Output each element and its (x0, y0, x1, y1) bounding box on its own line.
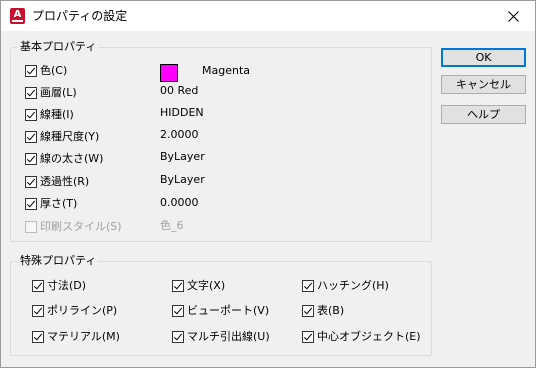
plot-style-label: 印刷スタイル(S) (40, 220, 122, 233)
layer-option[interactable]: 画層(L) (25, 85, 77, 101)
linetype-scale-checkbox[interactable] (25, 131, 37, 143)
material-option[interactable]: マテリアル(M) (32, 329, 120, 345)
basic-properties-title: 基本プロパティ (18, 40, 99, 54)
viewport-option[interactable]: ビューポート(V) (172, 303, 269, 319)
special-properties-title: 特殊プロパティ (18, 254, 99, 268)
close-button[interactable] (491, 1, 535, 31)
linetype-option[interactable]: 線種(I) (25, 107, 74, 123)
linetype-label: 線種(I) (40, 108, 74, 121)
material-checkbox[interactable] (32, 331, 44, 343)
color-label: 色(C) (40, 64, 68, 77)
thickness-value: 0.0000 (160, 196, 199, 209)
hatch-option[interactable]: ハッチング(H) (302, 278, 389, 294)
transparency-option[interactable]: 透過性(R) (25, 174, 89, 190)
layer-label: 画層(L) (40, 86, 77, 99)
thickness-label: 厚さ(T) (40, 197, 78, 210)
dimension-label: 寸法(D) (47, 279, 87, 292)
center-object-label: 中心オブジェクト(E) (317, 330, 421, 343)
color-swatch (160, 64, 178, 82)
cancel-button[interactable]: キャンセル (441, 75, 526, 94)
multileader-option[interactable]: マルチ引出線(U) (172, 329, 270, 345)
multileader-checkbox[interactable] (172, 331, 184, 343)
polyline-option[interactable]: ポリライン(P) (32, 303, 117, 319)
thickness-option[interactable]: 厚さ(T) (25, 196, 77, 212)
properties-dialog: A プロパティの設定 基本プロパティ 色(C) Magenta 画層(L) 00… (0, 0, 536, 368)
layer-value: 00 Red (160, 84, 199, 97)
hatch-label: ハッチング(H) (317, 279, 389, 292)
center-object-option[interactable]: 中心オブジェクト(E) (302, 329, 421, 345)
color-option[interactable]: 色(C) (25, 63, 67, 79)
lineweight-checkbox[interactable] (25, 153, 37, 165)
linetype-scale-label: 線種尺度(Y) (40, 130, 100, 143)
table-label: 表(B) (317, 304, 345, 317)
viewport-checkbox[interactable] (172, 305, 184, 317)
text-label: 文字(X) (187, 279, 226, 292)
autocad-app-icon: A (10, 8, 25, 24)
text-option[interactable]: 文字(X) (172, 278, 225, 294)
multileader-label: マルチ引出線(U) (187, 330, 270, 343)
table-option[interactable]: 表(B) (302, 303, 344, 319)
linetype-value: HIDDEN (160, 106, 204, 119)
help-button[interactable]: ヘルプ (441, 105, 526, 124)
plot-style-value: 色_6 (160, 219, 184, 232)
thickness-checkbox[interactable] (25, 198, 37, 210)
material-label: マテリアル(M) (47, 330, 120, 343)
linetype-scale-option[interactable]: 線種尺度(Y) (25, 129, 99, 145)
polyline-checkbox[interactable] (32, 305, 44, 317)
lineweight-value: ByLayer (160, 150, 205, 163)
color-checkbox[interactable] (25, 65, 37, 77)
dimension-option[interactable]: 寸法(D) (32, 278, 86, 294)
transparency-label: 透過性(R) (40, 175, 90, 188)
polyline-label: ポリライン(P) (47, 304, 118, 317)
lineweight-label: 線の太さ(W) (40, 152, 104, 165)
ok-button[interactable]: OK (441, 48, 526, 67)
center-object-checkbox[interactable] (302, 331, 314, 343)
text-checkbox[interactable] (172, 280, 184, 292)
window-title: プロパティの設定 (32, 9, 128, 23)
table-checkbox[interactable] (302, 305, 314, 317)
transparency-checkbox[interactable] (25, 176, 37, 188)
layer-checkbox[interactable] (25, 87, 37, 99)
color-value: Magenta (202, 64, 251, 77)
linetype-checkbox[interactable] (25, 109, 37, 121)
plot-style-option: 印刷スタイル(S) (25, 219, 122, 235)
transparency-value: ByLayer (160, 173, 205, 186)
viewport-label: ビューポート(V) (187, 304, 270, 317)
close-icon (507, 10, 519, 22)
title-bar[interactable]: A プロパティの設定 (1, 1, 535, 31)
lineweight-option[interactable]: 線の太さ(W) (25, 151, 103, 167)
hatch-checkbox[interactable] (302, 280, 314, 292)
dimension-checkbox[interactable] (32, 280, 44, 292)
plot-style-checkbox (25, 221, 37, 233)
linetype-scale-value: 2.0000 (160, 128, 199, 141)
